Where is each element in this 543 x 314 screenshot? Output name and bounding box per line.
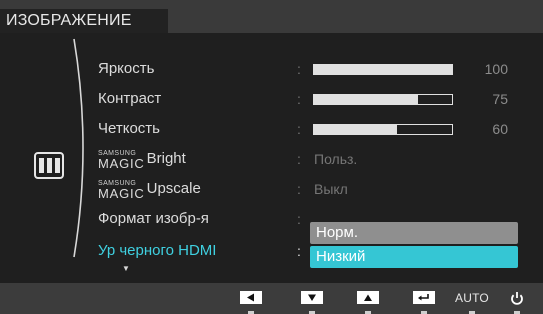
sharpness-fill	[314, 125, 397, 134]
magic-upscale-word: Upscale	[146, 180, 201, 198]
contrast-value: 75	[492, 91, 508, 107]
sharpness-slider[interactable]	[313, 124, 453, 135]
magic-wordmark: MAGIC	[98, 185, 145, 201]
separator: :	[297, 61, 301, 77]
scroll-down-icon[interactable]: ▼	[122, 265, 130, 273]
brightness-fill	[314, 65, 452, 74]
auto-label: AUTO	[455, 291, 489, 305]
brightness-slider[interactable]	[313, 64, 453, 75]
magic-bright-row[interactable]: SAMSUNG MAGIC Bright : Польз.	[98, 148, 518, 170]
magic-bright-label: SAMSUNG MAGIC Bright	[98, 148, 186, 170]
contrast-label: Контраст	[98, 90, 162, 107]
contrast-fill	[314, 95, 418, 104]
brightness-value: 100	[484, 61, 508, 77]
magic-wordmark: MAGIC	[98, 155, 145, 171]
auto-button[interactable]: AUTO	[454, 291, 490, 305]
hdmi-black-level-label: Ур черного HDMI	[98, 242, 217, 259]
title-bar: ИЗОБРАЖЕНИЕ	[0, 0, 543, 33]
magic-upscale-row[interactable]: SAMSUNG MAGIC Upscale : Выкл	[98, 178, 518, 200]
picture-icon	[34, 152, 64, 179]
power-icon[interactable]	[509, 291, 525, 305]
magic-upscale-label: SAMSUNG MAGIC Upscale	[98, 178, 201, 200]
side-arc-decoration	[73, 38, 84, 258]
osd-screen: ИЗОБРАЖЕНИЕ Яркость : 100 Контраст : 75 …	[0, 0, 543, 314]
enter-icon[interactable]	[413, 291, 435, 304]
left-arrow-icon[interactable]	[240, 291, 262, 304]
magic-bright-value: Польз.	[314, 151, 358, 167]
brightness-label: Яркость	[98, 60, 155, 77]
up-arrow-icon[interactable]	[357, 291, 379, 304]
image-format-label: Формат изобр-я	[98, 210, 209, 227]
sharpness-label: Четкость	[98, 120, 160, 137]
separator: :	[297, 211, 301, 227]
sharpness-value: 60	[492, 121, 508, 137]
sharpness-row[interactable]: Четкость : 60	[98, 118, 518, 140]
contrast-slider[interactable]	[313, 94, 453, 105]
magic-upscale-value: Выкл	[314, 181, 348, 197]
dropdown-option-normal[interactable]: Норм.	[310, 222, 518, 244]
dropdown-option-low[interactable]: Низкий	[310, 246, 518, 268]
menu-title: ИЗОБРАЖЕНИЕ	[0, 9, 168, 33]
button-guide-bar: AUTO	[0, 283, 543, 314]
separator: :	[297, 91, 301, 107]
contrast-row[interactable]: Контраст : 75	[98, 88, 518, 110]
brightness-row[interactable]: Яркость : 100	[98, 58, 518, 80]
separator: :	[297, 121, 301, 137]
down-arrow-icon[interactable]	[301, 291, 323, 304]
separator: :	[297, 243, 301, 259]
magic-bright-word: Bright	[146, 150, 186, 168]
separator: :	[297, 151, 301, 167]
hdmi-black-level-dropdown[interactable]: Норм. Низкий	[310, 222, 518, 268]
separator: :	[297, 181, 301, 197]
